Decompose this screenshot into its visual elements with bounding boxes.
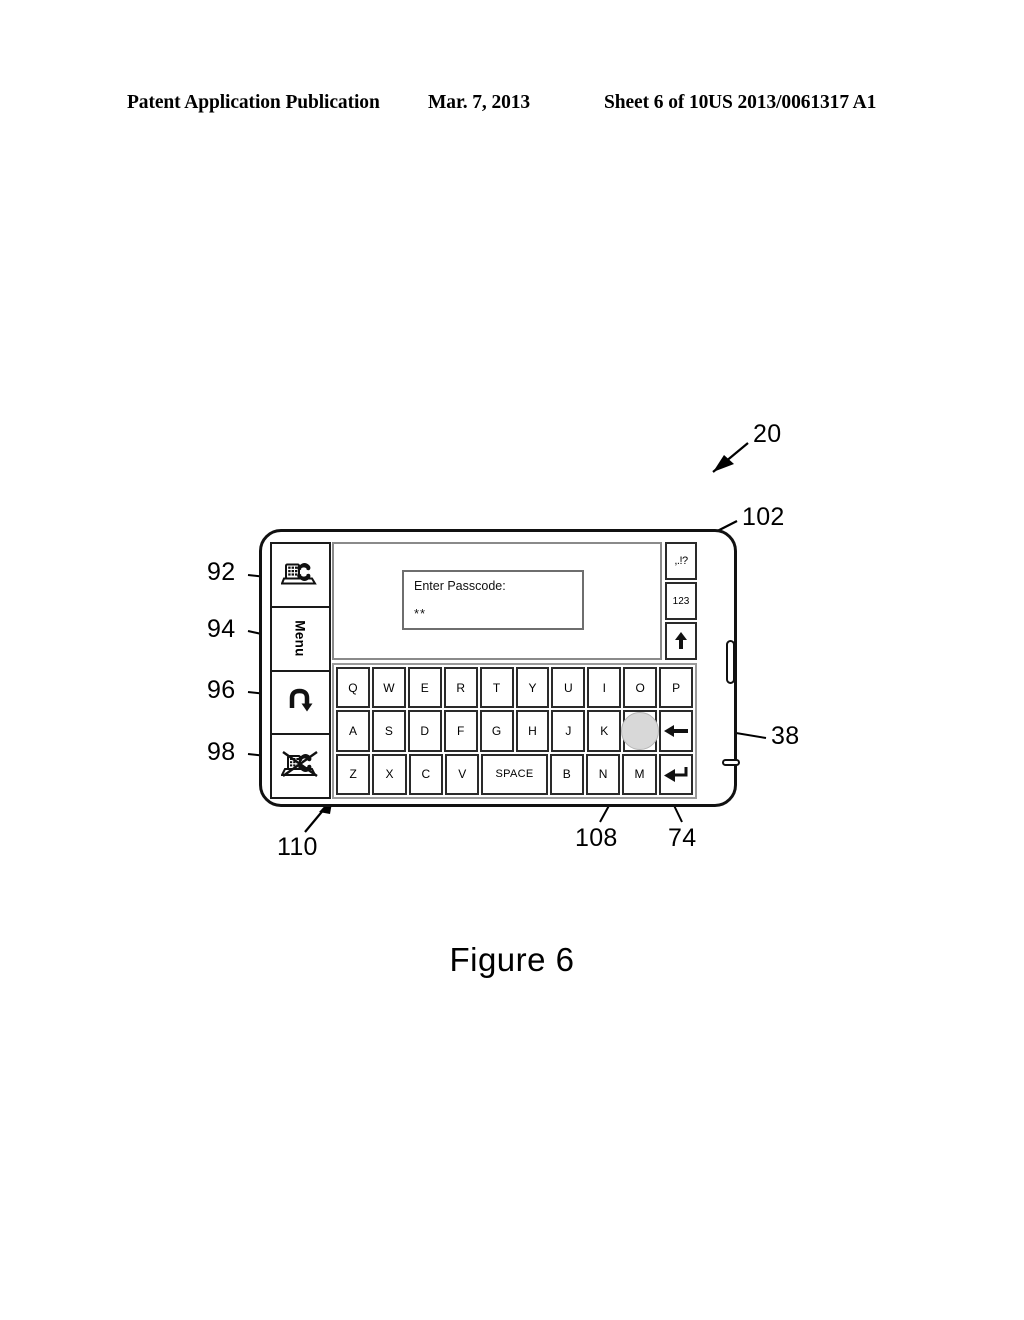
menu-key-label: Menu <box>292 620 308 657</box>
backspace-key[interactable] <box>659 710 694 752</box>
key-c[interactable]: C <box>408 753 444 795</box>
key-p[interactable]: P <box>659 667 694 709</box>
figure-caption: Figure 6 <box>449 941 575 978</box>
ref-numeral-backspace-key: 38 <box>771 722 800 750</box>
side-volume-button[interactable] <box>726 640 735 684</box>
ref-numeral-keyboard: 74 <box>668 824 697 852</box>
key-k[interactable]: K <box>587 710 622 752</box>
key-r[interactable]: R <box>443 667 478 709</box>
ref-numeral-device: 20 <box>753 420 782 448</box>
passcode-prompt-label: Enter Passcode: <box>414 579 506 593</box>
key-z[interactable]: Z <box>336 753 371 795</box>
right-special-key-column: ,.!? 123 <box>665 542 697 660</box>
key-l[interactable]: L <box>621 710 660 752</box>
numeric-key[interactable]: 123 <box>665 582 697 620</box>
punctuation-key[interactable]: ,.!? <box>665 542 697 580</box>
key-l-label: L <box>636 723 644 738</box>
key-x[interactable]: X <box>372 753 407 795</box>
key-w[interactable]: W <box>371 667 406 709</box>
header-date: Mar. 7, 2013 <box>428 92 531 113</box>
enter-key[interactable] <box>658 753 693 795</box>
key-g[interactable]: G <box>479 710 514 752</box>
mobile-device-housing: Menu Enter Passcode: ** ,.!? 123 Q W E R… <box>259 529 740 807</box>
up-arrow-icon <box>675 632 687 649</box>
space-key[interactable]: SPACE <box>481 753 548 795</box>
key-e[interactable]: E <box>407 667 442 709</box>
ref-numeral-send-key: 92 <box>207 558 236 586</box>
side-convenience-button[interactable] <box>722 759 740 766</box>
enter-arrow-icon <box>663 767 688 783</box>
key-m[interactable]: M <box>622 753 657 795</box>
send-call-key[interactable] <box>272 544 329 608</box>
key-v[interactable]: V <box>445 753 480 795</box>
key-b[interactable]: B <box>549 753 584 795</box>
key-o[interactable]: O <box>623 667 658 709</box>
shift-up-key[interactable] <box>665 622 697 660</box>
page-header: Patent Application Publication Mar. 7, 2… <box>0 86 1024 120</box>
end-call-key[interactable] <box>272 735 329 797</box>
display-screen: Enter Passcode: ** <box>332 542 662 660</box>
on-screen-keyboard: Q W E R T Y U I O P A S D F G H J K L Z … <box>332 663 697 799</box>
ref-numeral-end-key: 98 <box>207 738 236 766</box>
left-hardkey-column: Menu <box>270 542 331 799</box>
passcode-input-value[interactable]: ** <box>414 607 572 620</box>
keyboard-row-2: A S D F G H J K L <box>336 710 694 752</box>
keyboard-row-3: Z X C V SPACE B N M <box>336 753 693 795</box>
ref-numeral-punctuation-key: 102 <box>742 503 785 531</box>
key-s[interactable]: S <box>371 710 406 752</box>
key-i[interactable]: I <box>587 667 622 709</box>
key-q[interactable]: Q <box>336 667 370 709</box>
key-a[interactable]: A <box>336 710 370 752</box>
back-arrow-icon <box>284 686 318 719</box>
header-publication-title: Patent Application Publication <box>127 92 380 113</box>
phone-end-icon <box>279 749 321 784</box>
key-u[interactable]: U <box>551 667 586 709</box>
passcode-dialog: Enter Passcode: ** <box>402 570 584 630</box>
menu-key[interactable]: Menu <box>272 607 329 672</box>
back-key[interactable] <box>272 671 329 736</box>
key-f[interactable]: F <box>443 710 478 752</box>
ref-numeral-back-key: 96 <box>207 676 236 704</box>
key-j[interactable]: J <box>551 710 586 752</box>
key-y[interactable]: Y <box>515 667 550 709</box>
header-sheet-number: Sheet 6 of 10 <box>604 92 709 113</box>
keyboard-row-1: Q W E R T Y U I O P <box>336 667 694 709</box>
key-d[interactable]: D <box>407 710 442 752</box>
key-t[interactable]: T <box>479 667 514 709</box>
key-h[interactable]: H <box>515 710 550 752</box>
phone-send-icon <box>280 558 321 591</box>
ref-numeral-menu-key: 94 <box>207 615 236 643</box>
key-n[interactable]: N <box>585 753 621 795</box>
backspace-arrow-icon <box>664 724 689 737</box>
ref-numeral-housing: 110 <box>277 833 318 861</box>
ref-numeral-touch-indicator: 108 <box>575 824 618 852</box>
header-patent-number: US 2013/0061317 A1 <box>708 92 877 113</box>
